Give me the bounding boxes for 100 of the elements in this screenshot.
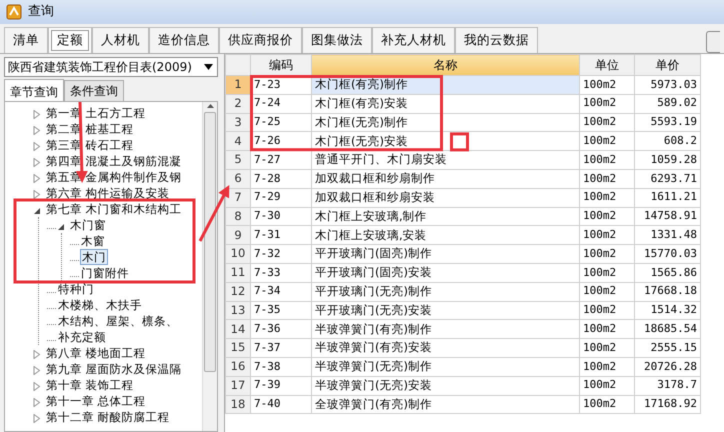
tab[interactable]: 图集做法 <box>302 27 372 53</box>
tab[interactable]: 清单 <box>4 27 48 53</box>
tab[interactable]: 补充人材机 <box>372 27 455 53</box>
expand-icon[interactable] <box>33 366 41 376</box>
row-number[interactable]: 12 <box>226 282 250 302</box>
table-cell: 全玻弹簧门(有亮)制作 <box>312 395 580 414</box>
table-cell: 7-29 <box>250 188 312 208</box>
tab[interactable]: 章节查询 <box>4 79 64 101</box>
row-number[interactable]: 3 <box>226 113 250 132</box>
toolbar-button[interactable] <box>706 31 720 53</box>
expand-icon[interactable] <box>33 414 41 424</box>
table-cell: 7-35 <box>250 301 312 320</box>
table-cell: 加双裁口框和纱扇安装 <box>312 188 580 208</box>
row-number[interactable]: 2 <box>226 94 250 114</box>
row-number[interactable]: 8 <box>226 207 250 226</box>
table-cell: 100m2 <box>580 320 634 339</box>
expand-icon[interactable] <box>33 126 41 136</box>
row-number[interactable]: 5 <box>226 150 250 170</box>
table-cell: 7-39 <box>250 376 312 396</box>
tree-item[interactable]: 第九章 屋面防水及保温隔 <box>45 362 183 376</box>
tree-item[interactable]: 木楼梯、木扶手 <box>57 298 143 312</box>
table-cell: 7-34 <box>250 282 312 302</box>
table-cell: 1331.48 <box>634 226 700 245</box>
table-cell: 1565.86 <box>634 263 700 282</box>
row-number[interactable]: 1 <box>226 76 250 94</box>
tree-item[interactable]: 木窗 <box>80 234 106 248</box>
tab[interactable]: 供应商报价 <box>219 27 302 53</box>
collapse-icon[interactable] <box>57 222 65 231</box>
table-cell: 木门框上安玻璃,制作 <box>312 207 580 226</box>
library-dropdown[interactable]: 陕西省建筑装饰工程价目表(2009) <box>4 57 218 77</box>
window-title: 查询 <box>28 3 54 22</box>
tree-item[interactable]: 木结构、屋架、檩条、 <box>57 314 179 328</box>
row-number[interactable]: 16 <box>226 357 250 376</box>
scrollbar[interactable] <box>202 102 217 431</box>
expand-icon[interactable] <box>33 174 41 184</box>
tree-item[interactable]: 第六章 构件运输及安装 <box>45 186 171 200</box>
tree-item[interactable]: 第三章 砖石工程 <box>45 138 135 152</box>
table-cell: 7-40 <box>250 395 312 414</box>
row-number[interactable]: 11 <box>226 263 250 282</box>
expand-icon[interactable] <box>33 382 41 392</box>
tree-item[interactable]: 门窗附件 <box>80 266 130 280</box>
table-cell: 100m2 <box>580 132 634 151</box>
tree-item[interactable]: 第八章 楼地面工程 <box>45 346 147 360</box>
column-header[interactable]: 单位 <box>580 54 634 76</box>
table-cell: 普通平开门、木门扇安装 <box>312 150 580 170</box>
tree-item[interactable]: 第十一章 总体工程 <box>45 394 147 408</box>
tab[interactable]: 条件查询 <box>64 80 124 101</box>
tab[interactable]: 我的云数据 <box>455 27 538 53</box>
table-cell: 7-38 <box>250 357 312 376</box>
caret-icon <box>204 64 213 70</box>
tab[interactable]: 定额 <box>48 27 92 53</box>
table-cell: 7-31 <box>250 226 312 245</box>
tree-item[interactable]: 第十二章 耐酸防腐工程 <box>45 410 171 424</box>
tree-item[interactable]: 木门窗 <box>69 218 107 232</box>
row-number[interactable]: 10 <box>226 244 250 264</box>
table-cell: 17668.18 <box>634 282 700 302</box>
tree-item[interactable]: 第七章 木门窗和木结构工 <box>45 202 183 216</box>
table-cell: 平开玻璃门(无亮)安装 <box>312 301 580 320</box>
expand-icon[interactable] <box>33 350 41 360</box>
expand-icon[interactable] <box>33 398 41 408</box>
row-number[interactable]: 18 <box>226 395 250 414</box>
table-cell: 100m2 <box>580 263 634 282</box>
row-number[interactable]: 15 <box>226 338 250 358</box>
tree-item[interactable]: 补充定额 <box>57 330 107 344</box>
table-cell: 木门框(无亮)制作 <box>312 113 580 132</box>
scroll-up-icon[interactable] <box>206 104 214 108</box>
table-cell: 14758.91 <box>634 207 700 226</box>
table-cell: 7-33 <box>250 263 312 282</box>
row-number[interactable]: 9 <box>226 226 250 245</box>
tab[interactable]: 人材机 <box>92 27 149 53</box>
row-number[interactable]: 13 <box>226 301 250 320</box>
collapse-icon[interactable] <box>33 206 41 215</box>
table-cell: 平开玻璃门(固亮)制作 <box>312 244 580 264</box>
row-number[interactable]: 14 <box>226 320 250 339</box>
annotation-box <box>450 132 469 152</box>
expand-icon[interactable] <box>33 190 41 200</box>
tab[interactable]: 造价信息 <box>149 27 219 53</box>
row-number[interactable]: 17 <box>226 376 250 396</box>
row-number[interactable]: 4 <box>226 132 250 151</box>
expand-icon[interactable] <box>33 158 41 168</box>
table-cell: 17168.92 <box>634 395 700 414</box>
table-cell: 7-27 <box>250 150 312 170</box>
table-cell: 3178.7 <box>634 376 700 396</box>
column-header[interactable]: 单价 <box>634 54 700 76</box>
table-cell: 100m2 <box>580 338 634 358</box>
table-cell: 木门框(有亮)安装 <box>312 94 580 114</box>
annotation-arrow <box>198 184 230 242</box>
tree-item[interactable]: 特种门 <box>57 282 95 296</box>
row-number[interactable]: 6 <box>226 169 250 188</box>
table-cell: 7-30 <box>250 207 312 226</box>
table-cell: 木门框上安玻璃,安装 <box>312 226 580 245</box>
app-icon <box>6 4 22 20</box>
column-header[interactable]: 编码 <box>250 54 312 76</box>
table-cell: 100m2 <box>580 395 634 414</box>
expand-icon[interactable] <box>33 110 41 120</box>
column-header[interactable]: 名称 <box>312 54 580 76</box>
table-cell: 589.02 <box>634 94 700 114</box>
tree-item[interactable]: 第十章 装饰工程 <box>45 378 135 392</box>
tree-item[interactable]: 木门 <box>80 249 108 265</box>
expand-icon[interactable] <box>33 142 41 152</box>
